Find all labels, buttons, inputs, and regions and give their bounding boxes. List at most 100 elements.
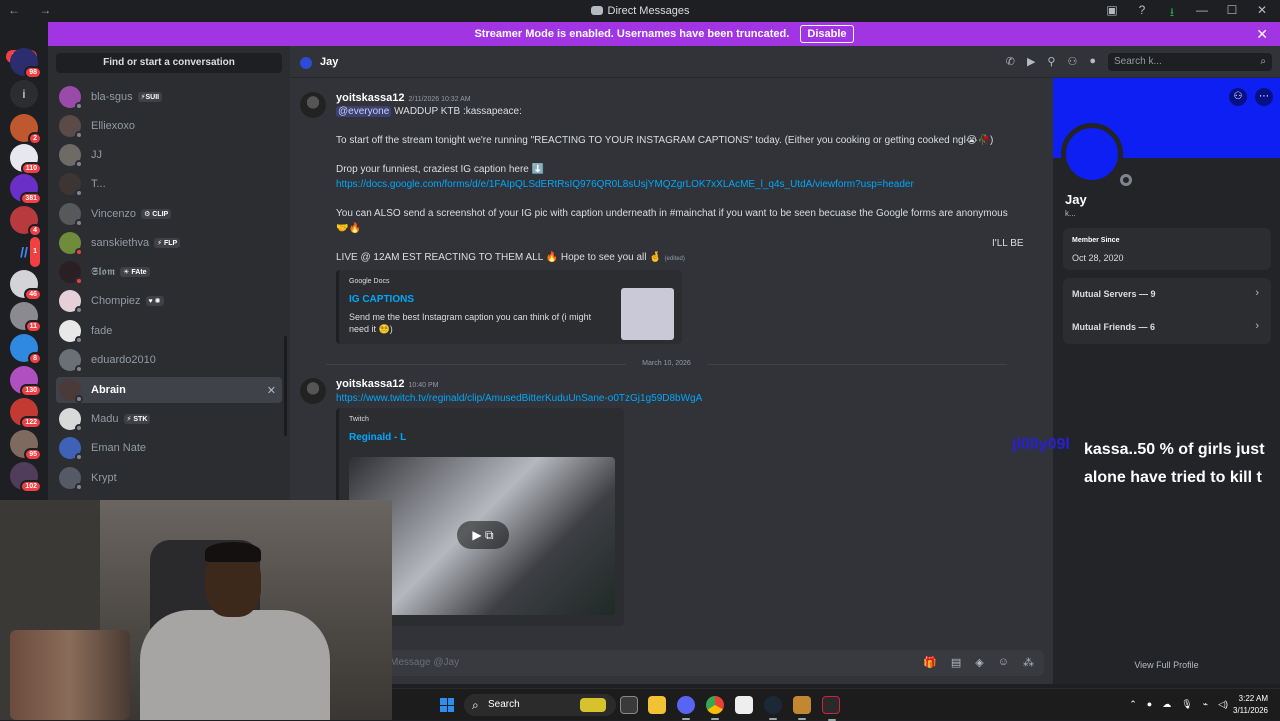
avatar[interactable] <box>300 92 326 118</box>
help-icon[interactable]: ? <box>1134 3 1150 24</box>
call-icon[interactable]: ✆ <box>1006 55 1015 68</box>
mutual-friends-button[interactable]: Mutual Friends — 6 <box>1072 322 1155 332</box>
dm-item[interactable]: Krypt <box>56 465 282 491</box>
message-text: To start off the stream tonight we're ru… <box>336 135 994 146</box>
search-input[interactable]: Search k... ⌕ <box>1108 53 1272 71</box>
avatar <box>59 86 83 110</box>
mutual-servers-button[interactable]: Mutual Servers — 9 <box>1072 289 1156 299</box>
server-icon[interactable]: 130 <box>10 366 42 397</box>
clock[interactable]: 3:22 AM 3/11/2026 <box>1233 693 1268 717</box>
apps-icon[interactable]: ⁂ <box>1023 656 1034 669</box>
close-icon[interactable]: ✕ <box>1256 22 1268 46</box>
profile-panel: ⚇ ⋯ Jay k... Member Since Oct 28, 2020 M… <box>1053 78 1280 684</box>
dm-item[interactable]: 𝕾𝖑𝖔𝖒 ☀ FAte <box>56 259 282 285</box>
avatar <box>59 232 83 256</box>
message-author[interactable]: yoitskassa12 10:40 PM <box>336 378 438 390</box>
view-full-profile-button[interactable]: View Full Profile <box>1053 660 1280 670</box>
tray-app-icon[interactable]: ● <box>1147 699 1152 710</box>
embed-thumbnail[interactable] <box>621 288 674 340</box>
info-icon[interactable]: i <box>10 80 38 108</box>
network-icon[interactable]: ⌁ <box>1203 699 1208 710</box>
server-icon[interactable]: 102 <box>10 462 42 493</box>
dm-scrollbar[interactable] <box>284 336 287 436</box>
profile-avatar[interactable] <box>1061 123 1132 186</box>
server-icon[interactable]: 4 <box>10 206 42 237</box>
chrome-icon[interactable] <box>706 696 724 720</box>
server-icon[interactable]: 95 <box>10 430 42 461</box>
find-conversation-button[interactable]: Find or start a conversation <box>56 53 282 73</box>
message-text: 🤝🔥 <box>336 223 361 234</box>
discord-icon[interactable] <box>677 696 695 720</box>
mention[interactable]: @everyone <box>336 106 392 117</box>
gift-icon[interactable]: 🎁 <box>923 656 937 669</box>
add-friends-icon[interactable]: ⚇ <box>1067 55 1077 68</box>
server-icon[interactable]: 381 <box>10 174 42 205</box>
sticker-icon[interactable]: ◈ <box>975 656 983 669</box>
minimize-button[interactable]: — <box>1194 3 1210 24</box>
task-view-icon[interactable] <box>620 696 638 714</box>
chevron-up-icon[interactable]: ⌃ <box>1129 699 1137 710</box>
dm-item[interactable]: Eman Nate <box>56 435 282 461</box>
start-button[interactable] <box>440 698 454 712</box>
message-link[interactable]: https://docs.google.com/forms/d/e/1FAIpQ… <box>336 179 914 190</box>
avatar <box>59 290 83 314</box>
video-icon[interactable]: ▶ <box>1027 55 1035 68</box>
download-icon[interactable]: ⭳ <box>1164 3 1180 24</box>
dm-item[interactable]: Madu ⚡ STK <box>56 406 282 432</box>
message-text: LIVE @ 12AM EST REACTING TO THEM ALL 🔥 H… <box>336 252 685 263</box>
app-icon[interactable] <box>793 696 811 720</box>
clan-tag: ⚡ FLP <box>154 238 181 248</box>
message-composer[interactable]: Message @Jay 🎁 ▤ ◈ ☺ ⁂ <box>300 650 1044 676</box>
volume-icon[interactable]: ◁) <box>1218 699 1228 710</box>
embed-title[interactable]: IG CAPTIONS <box>349 294 414 305</box>
message-timestamp: 2/11/2026 10:32 AM <box>408 96 471 103</box>
dm-item[interactable]: Vincenzo ⚙ CLIP <box>56 201 282 227</box>
dm-item[interactable]: sanskiethva ⚡ FLP <box>56 230 282 256</box>
add-friend-icon[interactable]: ⚇ <box>1229 88 1247 106</box>
close-button[interactable]: ✕ <box>1254 3 1270 24</box>
message-link[interactable]: https://www.twitch.tv/reginald/clip/Amus… <box>336 393 702 404</box>
dm-item[interactable]: T... <box>56 171 282 197</box>
chat-area: yoitskassa12 2/11/2026 10:32 AM @everyone… <box>290 78 1053 684</box>
epic-games-icon[interactable] <box>822 696 840 721</box>
play-icon[interactable]: ▶ ⧉ <box>457 521 509 549</box>
avatar <box>300 57 312 69</box>
server-icon[interactable]: 110 <box>10 144 42 175</box>
server-icon[interactable]: 46 <box>10 270 42 301</box>
dm-item[interactable]: eduardo2010 <box>56 347 282 373</box>
profile-icon[interactable]: ● <box>1089 55 1096 68</box>
file-explorer-icon[interactable] <box>648 696 666 714</box>
dm-item[interactable]: fade <box>56 318 282 344</box>
clan-tag: ⚡SUII <box>137 92 163 102</box>
dm-item[interactable]: bla-sgus ⚡SUII <box>56 84 282 110</box>
embed-title[interactable]: Reginald - L <box>349 432 406 443</box>
more-icon[interactable]: ⋯ <box>1255 88 1273 106</box>
widget-icon[interactable] <box>580 698 606 712</box>
server-icon[interactable]: 122 <box>10 398 42 429</box>
pin-icon[interactable]: ⚲ <box>1047 55 1055 68</box>
dm-item-active[interactable]: Abrain ✕ <box>56 377 282 403</box>
server-icon[interactable]: 8 <box>10 334 42 365</box>
mic-icon[interactable]: 🎙 <box>1181 699 1192 710</box>
server-icon[interactable]: 98 <box>10 48 42 79</box>
steam-icon[interactable] <box>764 696 782 720</box>
dm-item[interactable]: JJ <box>56 142 282 168</box>
dm-item[interactable]: Chompiez ♥ ✺ <box>56 288 282 314</box>
maximize-button[interactable]: ☐ <box>1224 3 1240 24</box>
close-dm-icon[interactable]: ✕ <box>267 384 276 397</box>
message: yoitskassa12 10:40 PM https://www.twitch.… <box>300 378 1040 638</box>
server-icon[interactable]: 2 <box>10 114 42 145</box>
message-input[interactable]: Message @Jay <box>390 657 459 668</box>
message-author[interactable]: yoitskassa12 2/11/2026 10:32 AM <box>336 92 471 104</box>
onedrive-icon[interactable]: ☁ <box>1162 699 1171 710</box>
inbox-icon[interactable]: ▣ <box>1104 3 1120 24</box>
dm-item[interactable]: Elliexoxo <box>56 113 282 139</box>
disable-streamer-mode-button[interactable]: Disable <box>800 25 854 43</box>
server-icon[interactable]: //1 <box>10 235 42 269</box>
avatar[interactable] <box>300 378 326 404</box>
profile-name: Jay <box>1065 192 1087 207</box>
server-icon[interactable]: 11 <box>10 302 42 333</box>
emoji-icon[interactable]: ☺ <box>998 656 1009 669</box>
gif-icon[interactable]: ▤ <box>951 656 961 669</box>
store-icon[interactable] <box>735 696 753 714</box>
